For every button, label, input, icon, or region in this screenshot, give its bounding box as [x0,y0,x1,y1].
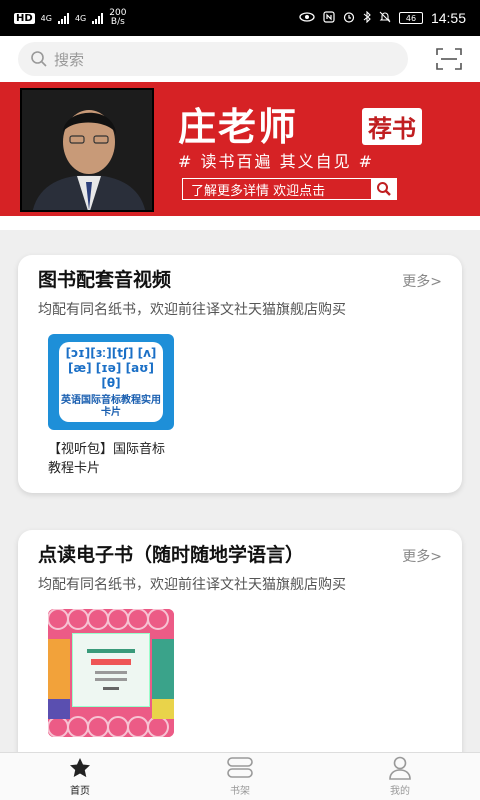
magnifier-icon [371,178,397,200]
top-bar: 搜索 [0,36,480,82]
net-speed: 200 B/s [109,9,126,27]
banner-title: 庄老师 [178,104,299,149]
search-icon [31,51,47,67]
banner-link[interactable]: 了解更多详情 欢迎点击 [182,178,397,200]
section-card-ebook: 点读电子书（随时随地学语言） 更多> 均配有同名纸书，欢迎前往译文社天猫旗舰店购… [18,530,462,780]
battery-icon: 46 [398,12,423,24]
signal-4g-label-2: 4G [74,13,87,23]
more-link[interactable]: 更多> [402,271,442,291]
bluetooth-icon [363,10,371,26]
star-icon [70,758,90,778]
clock: 14:55 [430,10,466,26]
cover-label: 英语国际音标教程实用卡片 [61,394,161,418]
hd-badge: HD [14,12,35,24]
banner-slogan: # 读书百遍 其义自见 # [178,152,375,171]
tab-label: 首页 [70,786,90,797]
user-icon [389,756,411,780]
net-speed-unit: B/s [110,17,125,27]
promo-banner[interactable]: 庄老师 荐书 # 读书百遍 其义自见 # 了解更多详情 欢迎点击 [0,82,480,216]
banner-link-label: 了解更多详情 欢迎点击 [191,183,326,199]
tab-label: 书架 [230,786,250,797]
tab-bookshelf[interactable]: 书架 [160,753,320,800]
teacher-photo [20,88,154,212]
signal-bars-icon [57,12,69,24]
more-link[interactable]: 更多> [402,546,442,566]
cover-ipa-text: [ɔɪ][ɜː][tʃ] [ʌ] [æ] [ɪə] [aʊ] [θ] [65,345,157,390]
tab-mine[interactable]: 我的 [320,753,480,800]
search-placeholder: 搜索 [54,50,85,69]
alarm-icon [343,11,355,26]
scan-icon[interactable] [436,48,462,70]
book-cover: [ɔɪ][ɜː][tʃ] [ʌ] [æ] [ɪə] [aʊ] [θ] 英语国际音… [48,334,174,430]
book-item[interactable] [48,609,174,737]
book-cover [48,609,174,737]
bottom-tab-bar: 首页 书架 我的 [0,752,480,800]
eye-icon [299,11,315,25]
status-right: 46 14:55 [299,10,466,26]
tab-label: 我的 [390,786,410,797]
banner-tag: 荐书 [362,108,422,145]
book-cover-panel: [ɔɪ][ɜː][tʃ] [ʌ] [æ] [ɪə] [aʊ] [θ] 英语国际音… [59,342,163,422]
tab-home[interactable]: 首页 [0,753,160,800]
status-bar: HD 4G 4G 200 B/s 46 14:55 [0,0,480,36]
status-left: HD 4G 4G 200 B/s [14,9,126,27]
book-item[interactable]: [ɔɪ][ɜː][tʃ] [ʌ] [æ] [ɪə] [aʊ] [θ] 英语国际音… [48,334,174,478]
section-card-av: 图书配套音视频 更多> 均配有同名纸书，欢迎前往译文社天猫旗舰店购买 [ɔɪ][… [18,255,462,493]
book-cover-panel [72,633,150,707]
nfc-icon [323,10,335,26]
search-input[interactable]: 搜索 [18,42,408,76]
section-title: 图书配套音视频 [38,269,172,291]
mute-icon [379,11,391,26]
signal-4g-label-1: 4G [40,13,52,23]
section-title: 点读电子书（随时随地学语言） [38,544,305,566]
bookshelf-icon [227,757,253,778]
signal-bars-icon [92,12,104,24]
book-title: 【视听包】国际音标教程卡片 [48,442,166,476]
section-desc: 均配有同名纸书，欢迎前往译文社天猫旗舰店购买 [38,302,346,318]
section-header: 点读电子书（随时随地学语言） 更多> [38,540,442,567]
divider [0,216,480,230]
battery-level: 46 [405,13,417,23]
section-desc: 均配有同名纸书，欢迎前往译文社天猫旗舰店购买 [38,577,346,593]
section-header: 图书配套音视频 更多> [38,265,442,292]
